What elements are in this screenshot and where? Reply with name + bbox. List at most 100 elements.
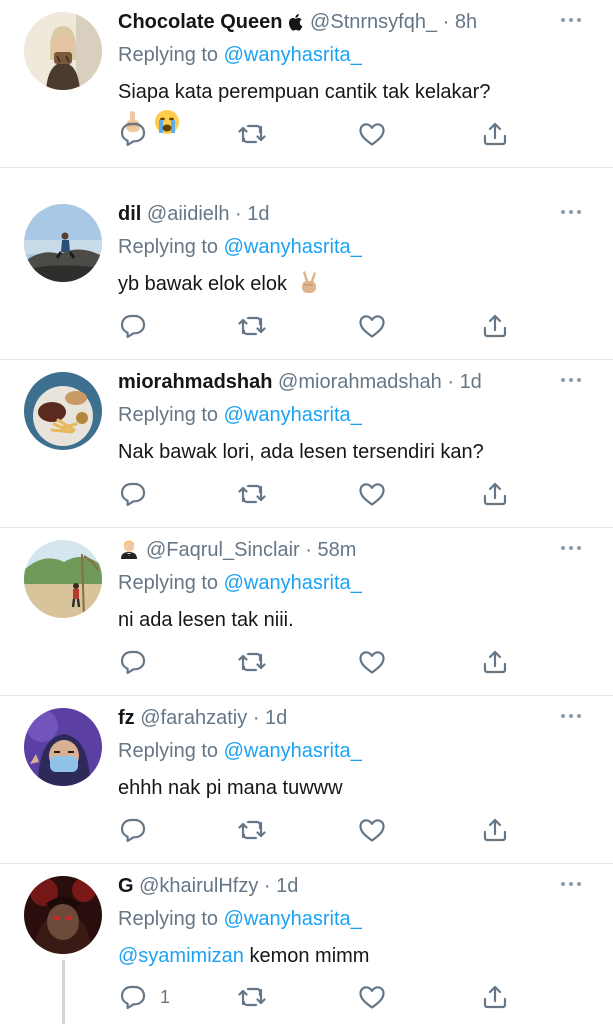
reply-icon[interactable] (120, 121, 146, 151)
retweet-icon[interactable] (238, 649, 266, 679)
separator: · (447, 371, 454, 393)
retweet-icon[interactable] (238, 121, 266, 151)
timestamp[interactable]: 8h (455, 11, 477, 33)
avatar[interactable] (24, 12, 102, 90)
replying-to-link[interactable]: @wanyhasrita_ (224, 44, 362, 66)
replying-to-link[interactable]: @wanyhasrita_ (224, 236, 362, 258)
avatar[interactable] (24, 540, 102, 618)
like-icon[interactable] (358, 313, 386, 343)
replies-feed: Chocolate Queen @Stnrnsyfqh_ · 8h Replyi… (0, 0, 613, 1024)
reply-icon[interactable] (120, 817, 146, 847)
victory-hand-icon (295, 269, 321, 305)
tweet-body: yb bawak elok elok (118, 273, 287, 295)
handle[interactable]: @farahzatiy (140, 707, 247, 729)
tweet-header: @Faqrul_Sinclair · 58m (118, 537, 356, 566)
more-options-icon[interactable] (559, 370, 583, 390)
tweet-header: Chocolate Queen @Stnrnsyfqh_ · 8h (118, 9, 477, 38)
replying-to: Replying to @wanyhasrita_ (118, 402, 362, 428)
avatar[interactable] (24, 204, 102, 282)
more-options-icon[interactable] (559, 874, 583, 894)
replying-to: Replying to @wanyhasrita_ (118, 738, 362, 764)
replying-to-link[interactable]: @wanyhasrita_ (224, 572, 362, 594)
reply-icon[interactable] (120, 481, 146, 511)
replying-to: Replying to @wanyhasrita_ (118, 906, 362, 932)
separator: · (442, 11, 450, 33)
tweet-text: ni ada lesen tak niii. (118, 604, 588, 636)
display-name[interactable]: G (118, 875, 134, 897)
tweet-header: G @khairulHfzy · 1d (118, 873, 298, 899)
replying-to-link[interactable]: @wanyhasrita_ (224, 404, 362, 426)
share-icon[interactable] (482, 649, 508, 679)
like-icon[interactable] (358, 121, 386, 151)
retweet-icon[interactable] (238, 817, 266, 847)
share-icon[interactable] (482, 984, 508, 1014)
replying-to-link[interactable]: @wanyhasrita_ (224, 908, 362, 930)
reply-tweet[interactable]: fz @farahzatiy · 1d Replying to @wanyhas… (0, 696, 613, 864)
replying-to: Replying to @wanyhasrita_ (118, 570, 362, 596)
reply-icon[interactable]: 1 (120, 984, 190, 1014)
like-icon[interactable] (358, 649, 386, 679)
handle[interactable]: @Faqrul_Sinclair (146, 539, 300, 561)
like-icon[interactable] (358, 817, 386, 847)
tweet-actions: 1 (118, 984, 588, 1014)
display-name[interactable]: fz (118, 707, 135, 729)
avatar[interactable] (24, 708, 102, 786)
share-icon[interactable] (482, 817, 508, 847)
timestamp[interactable]: 1d (460, 371, 482, 393)
timestamp[interactable]: 58m (318, 539, 357, 561)
reply-count: 1 (160, 987, 171, 1007)
reply-tweet[interactable]: G @khairulHfzy · 1d Replying to @wanyhas… (0, 864, 613, 1024)
more-options-icon[interactable] (559, 10, 583, 30)
tweet-actions (118, 649, 588, 679)
thread-connector (62, 960, 65, 1024)
tweet-header: miorahmadshah @miorahmadshah · 1d (118, 369, 482, 395)
replying-prefix: Replying to (118, 908, 219, 930)
reply-tweet[interactable]: miorahmadshah @miorahmadshah · 1d Replyi… (0, 360, 613, 528)
display-name[interactable]: Chocolate Queen (118, 11, 282, 33)
tweet-body: ehhh nak pi mana tuwww (118, 777, 343, 799)
handle[interactable]: @khairulHfzy (139, 875, 258, 897)
timestamp[interactable]: 1d (247, 203, 269, 225)
replying-prefix: Replying to (118, 236, 219, 258)
reply-tweet[interactable]: @Faqrul_Sinclair · 58m Replying to @wany… (0, 528, 613, 696)
more-options-icon[interactable] (559, 202, 583, 222)
replying-to: Replying to @wanyhasrita_ (118, 42, 362, 68)
retweet-icon[interactable] (238, 984, 266, 1014)
mention-link[interactable]: @syamimizan (118, 945, 244, 967)
tweet-actions (118, 121, 588, 151)
share-icon[interactable] (482, 121, 508, 151)
retweet-icon[interactable] (238, 313, 266, 343)
reply-tweet[interactable]: dil @aiidielh · 1d Replying to @wanyhasr… (0, 192, 613, 360)
reply-icon[interactable] (120, 313, 146, 343)
replying-prefix: Replying to (118, 44, 219, 66)
tweet-text: @syamimizan kemon mimm (118, 940, 588, 972)
reply-tweet[interactable]: Chocolate Queen @Stnrnsyfqh_ · 8h Replyi… (0, 0, 613, 168)
tweet-body: Siapa kata perempuan cantik tak kelakar? (118, 81, 491, 103)
more-options-icon[interactable] (559, 706, 583, 726)
tweet-body: kemon mimm (243, 945, 370, 967)
handle[interactable]: @Stnrnsyfqh_ (310, 11, 437, 33)
display-name[interactable]: dil (118, 203, 141, 225)
replying-to: Replying to @wanyhasrita_ (118, 234, 362, 260)
apple-icon (288, 12, 304, 38)
avatar[interactable] (24, 876, 102, 954)
share-icon[interactable] (482, 313, 508, 343)
tweet-header: dil @aiidielh · 1d (118, 201, 270, 227)
handle[interactable]: @miorahmadshah (278, 371, 442, 393)
replying-to-link[interactable]: @wanyhasrita_ (224, 740, 362, 762)
replying-prefix: Replying to (118, 740, 219, 762)
more-options-icon[interactable] (559, 538, 583, 558)
avatar[interactable] (24, 372, 102, 450)
handle[interactable]: @aiidielh (147, 203, 230, 225)
display-name[interactable]: miorahmadshah (118, 371, 272, 393)
like-icon[interactable] (358, 481, 386, 511)
timestamp[interactable]: 1d (276, 875, 298, 897)
like-icon[interactable] (358, 984, 386, 1014)
tweet-text: Nak bawak lori, ada lesen tersendiri kan… (118, 436, 588, 468)
separator: · (235, 203, 242, 225)
tweet-header: fz @farahzatiy · 1d (118, 705, 287, 731)
share-icon[interactable] (482, 481, 508, 511)
retweet-icon[interactable] (238, 481, 266, 511)
reply-icon[interactable] (120, 649, 146, 679)
timestamp[interactable]: 1d (265, 707, 287, 729)
